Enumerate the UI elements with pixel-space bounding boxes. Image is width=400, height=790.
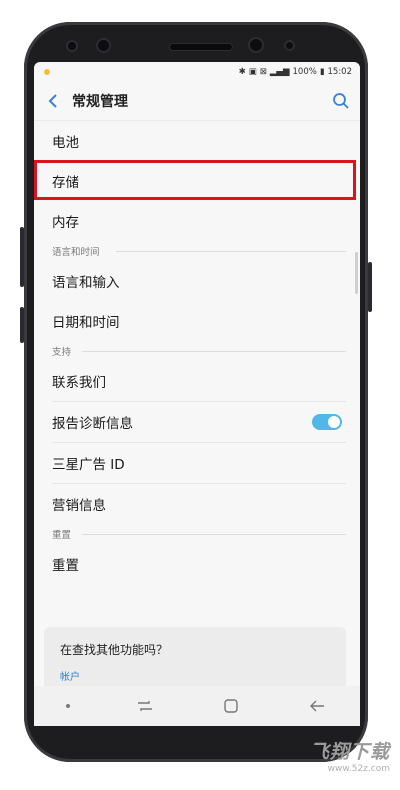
list-item-date-time[interactable]: 日期和时间: [34, 301, 360, 341]
report-toggle-switch[interactable]: [312, 414, 342, 430]
front-camera: [250, 39, 262, 51]
signal-icon: ▂▄▆: [269, 67, 290, 77]
list-item-reset[interactable]: 重置: [34, 544, 360, 584]
screen: ✱ ▣ ⊠ ▂▄▆ 100% ▮ 15:02 常规管理 电池 存储 内存 语言和…: [34, 62, 360, 726]
section-label: 语言和时间: [52, 247, 100, 258]
earpiece-speaker: [170, 44, 232, 50]
status-icons: ✱ ▣ ⊠ ▂▄▆ 100% ▮ 15:02: [239, 67, 352, 77]
account-link[interactable]: 帐户: [60, 668, 330, 683]
nav-dot-icon: [66, 704, 70, 708]
back-arrow-icon[interactable]: [306, 695, 328, 717]
highlight-box: [34, 160, 356, 200]
recent-apps-icon[interactable]: [134, 695, 156, 717]
report-label: 报告诊断信息: [52, 416, 133, 432]
card-title: 在查找其他功能吗？: [60, 643, 169, 657]
power-button: [368, 262, 372, 312]
section-header-support: 支持: [34, 341, 360, 361]
list-item-ad-id[interactable]: 三星广告 ID: [34, 443, 360, 483]
volume-button: [20, 227, 24, 287]
section-divider: [82, 534, 346, 535]
list-item-marketing[interactable]: 营销信息: [34, 484, 360, 524]
section-header-lang-time: 语言和时间: [34, 241, 360, 261]
nfc-icon: ▣: [248, 67, 257, 77]
section-divider: [116, 251, 346, 252]
toggle-knob: [327, 415, 341, 429]
page-title: 常规管理: [72, 94, 128, 110]
proximity-sensor: [286, 42, 293, 49]
front-sensor: [68, 42, 76, 50]
list-item-language-input[interactable]: 语言和输入: [34, 261, 360, 301]
app-bar: 常规管理: [34, 82, 360, 121]
watermark-url: www.52z.com: [327, 764, 390, 774]
home-icon[interactable]: [220, 695, 242, 717]
list-item-memory[interactable]: 内存: [34, 201, 360, 241]
bixby-button: [20, 307, 24, 343]
iris-sensor: [98, 40, 109, 51]
status-bar: ✱ ▣ ⊠ ▂▄▆ 100% ▮ 15:02: [34, 62, 360, 82]
watermark-text: 飞翔下载: [309, 741, 390, 763]
battery-percent: 100%: [292, 67, 317, 77]
list-item-contact-us[interactable]: 联系我们: [34, 361, 360, 401]
bluetooth-icon: ✱: [238, 67, 246, 77]
section-label: 重置: [52, 530, 72, 541]
list-item-battery[interactable]: 电池: [34, 121, 360, 161]
section-header-reset: 重置: [34, 524, 360, 544]
mute-icon: ⊠: [259, 67, 267, 77]
notification-dot: [44, 69, 50, 75]
battery-icon: ▮: [319, 67, 325, 77]
watermark: 飞翔下载 www.52z.com: [310, 737, 390, 774]
section-label: 支持: [52, 347, 72, 358]
navigation-bar: [34, 686, 360, 726]
list-item-storage[interactable]: 存储: [34, 160, 360, 201]
status-time: 15:02: [327, 67, 353, 77]
settings-list: 电池 存储 内存 语言和时间 语言和输入 日期和时间 支持 联系我们 报告诊断信…: [34, 121, 360, 584]
section-divider: [82, 351, 346, 352]
list-item-report-diagnostics[interactable]: 报告诊断信息: [34, 402, 360, 442]
scrollbar[interactable]: [355, 252, 358, 294]
search-icon[interactable]: [332, 92, 350, 110]
back-chevron-icon[interactable]: [44, 92, 62, 110]
